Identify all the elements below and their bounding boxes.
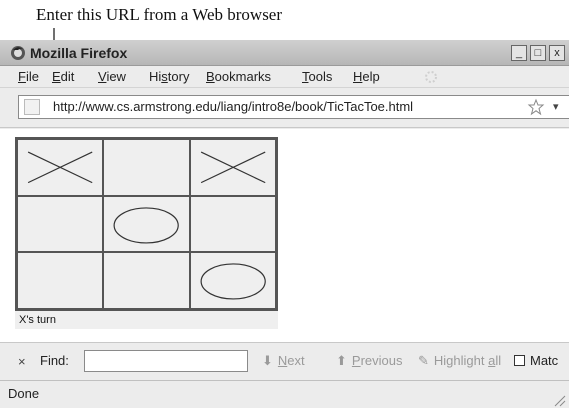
find-previous-button[interactable]: ⬆ Previous [336,353,403,369]
find-next-label: ext [287,353,305,368]
status-text: Done [8,386,40,401]
board-cell[interactable] [17,252,104,309]
close-button[interactable]: x [549,45,565,61]
match-case-label: Matc [530,353,559,368]
board-cell[interactable] [103,139,190,196]
menu-bookmarks[interactable]: Bookmarks [206,69,271,85]
menu-bookmarks-label: ookmarks [214,69,272,84]
highlight-all-button[interactable]: ✎ Highlight all [418,353,501,369]
board-cell[interactable] [103,252,190,309]
board-cell[interactable] [189,195,276,253]
find-bar: × Find: ⬇ Next ⬆ Previous ✎ Highlight all M… [0,342,569,380]
game-status: X's turn [15,311,278,329]
minimize-button[interactable]: _ [511,45,527,61]
url-bar[interactable]: http://www.cs.armstrong.edu/liang/intro8… [18,95,569,119]
tictactoe-board [15,137,278,311]
board-cell[interactable] [189,139,276,196]
x-mark [191,140,275,195]
status-bar: Done [0,380,569,408]
window-title: Mozilla Firefox [30,45,128,61]
up-arrow-icon: ⬆ [336,353,347,368]
highlight-all-rest: ll [495,353,502,368]
board-cell[interactable] [17,195,104,253]
menu-bookmarks-accel: B [206,69,215,84]
menu-help-label: elp [362,69,380,84]
menu-history[interactable]: History [149,69,189,85]
menu-edit[interactable]: Edit [52,69,74,85]
menu-bar: File Edit View History Bookmarks Tools H… [0,66,569,88]
board-cell[interactable] [189,252,276,309]
firefox-icon [11,46,25,60]
board-cell[interactable] [103,195,190,253]
highlighter-icon: ✎ [418,353,429,368]
o-mark [191,253,275,308]
find-next-accel: N [277,353,288,368]
find-label: Find: [40,353,69,368]
find-next-button[interactable]: ⬇ Next [262,353,305,369]
find-previous-label: revious [360,353,403,368]
menu-tools-label: ools [308,69,333,84]
menu-edit-label: dit [60,69,75,84]
find-close-button[interactable]: × [18,354,26,369]
menu-help-accel: H [353,69,363,84]
menu-file-accel: F [18,69,26,84]
find-input[interactable] [84,350,248,372]
page-content: X's turn [0,129,569,342]
browser-window: Mozilla Firefox _ □ x File Edit View His… [0,40,569,408]
menu-history-pre: Hi [149,69,162,84]
resize-grip-icon[interactable] [552,393,566,407]
board-cell[interactable] [17,139,104,196]
menu-file-label: ile [25,69,39,84]
down-arrow-icon: ⬇ [262,353,273,368]
menu-edit-accel: E [52,69,61,84]
menu-view[interactable]: View [98,69,126,85]
menu-file[interactable]: File [18,69,39,85]
url-dropdown-icon[interactable]: ▾ [553,99,559,115]
o-stroke [114,208,178,243]
menu-help[interactable]: Help [353,69,380,85]
annotation-caption: Enter this URL from a Web browser [36,5,283,24]
highlight-all-text: Highlight [433,353,489,368]
menu-history-label: tory [167,69,190,84]
o-stroke [201,264,265,299]
throbber-icon [425,71,437,83]
maximize-button[interactable]: □ [530,45,546,61]
star-icon[interactable] [527,98,545,116]
title-bar[interactable]: Mozilla Firefox _ □ x [0,40,569,66]
navigation-bar: http://www.cs.armstrong.edu/liang/intro8… [0,88,569,128]
menu-view-label: iew [106,69,126,84]
x-mark [18,140,102,195]
url-text[interactable]: http://www.cs.armstrong.edu/liang/intro8… [53,99,413,115]
find-previous-accel: P [351,353,361,368]
o-mark [104,197,188,252]
menu-tools[interactable]: Tools [302,69,332,85]
site-identity-icon[interactable] [24,99,40,115]
match-case-checkbox[interactable] [514,355,525,366]
